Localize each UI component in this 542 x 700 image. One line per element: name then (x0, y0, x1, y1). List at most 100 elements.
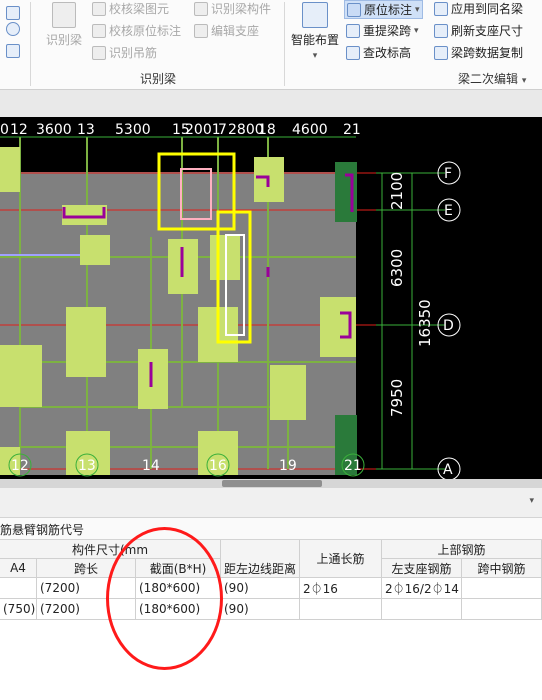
identify-hanger-label: 识别吊筋 (109, 46, 158, 60)
apply-same-name-label: 应用到同名梁 (451, 2, 524, 16)
identify-beam-icon (52, 2, 76, 28)
chevron-down-icon: ▾ (312, 51, 318, 61)
identify-beam-label: 识别梁 (45, 33, 82, 47)
cad-canvas[interactable]: 0 12 3600 13 5300 15 2001 7 2800 18 4600… (0, 117, 542, 479)
tool-rectangle[interactable] (6, 44, 20, 58)
check-origin-annotation-button[interactable]: 校核原位标注 (92, 22, 181, 39)
slab-region (0, 172, 356, 475)
header-a4: A4 (0, 559, 37, 578)
check-annotation-icon (92, 23, 106, 38)
check-beam-element-label: 校核梁图元 (109, 2, 170, 16)
header-top-rebar: 上部钢筋 (382, 540, 542, 559)
top-axis-label: 3600 (36, 122, 72, 138)
top-axis-label: 7 (218, 122, 227, 138)
tab-cantilever-rebar-code[interactable]: 悬臂钢筋代号 (12, 521, 84, 538)
reextract-span-icon (346, 23, 360, 38)
table-cell[interactable]: 2⏀16/2⏀14 (382, 578, 462, 599)
tool-pointer[interactable] (6, 6, 20, 20)
view-tab-bar (0, 90, 542, 118)
top-axis-label: 2001 (185, 122, 221, 138)
panel-header: ▾ (0, 488, 542, 518)
bottom-axis-label: 21 (344, 458, 362, 474)
check-annotation-height-label: 查改标高 (363, 46, 412, 60)
row-axis-label: E (444, 203, 453, 219)
top-axis-labels: 0 12 3600 13 5300 15 2001 7 2800 18 4600… (0, 122, 361, 138)
table-cell[interactable] (300, 599, 382, 620)
annotation-height-icon (346, 45, 360, 60)
refresh-support-size-button[interactable]: 刷新支座尺寸 (434, 22, 523, 39)
edit-support-button[interactable]: 编辑支座 (194, 22, 259, 39)
check-origin-annotation-label: 校核原位标注 (109, 24, 182, 38)
table-cell[interactable]: (90) (221, 578, 300, 599)
span-data-copy-button[interactable]: 梁跨数据复制 (434, 44, 523, 61)
floor-plan-drawing: 0 12 3600 13 5300 15 2001 7 2800 18 4600… (0, 122, 461, 479)
ribbon-toolbar: 识别梁 校核梁图元 校核原位标注 识别吊筋 识别梁构件 编辑支座 识别梁 智能布… (0, 0, 542, 90)
top-axis-label: 5300 (115, 122, 151, 138)
wall-top (335, 162, 357, 222)
table-cell[interactable] (0, 578, 37, 599)
table-cell[interactable] (382, 599, 462, 620)
bottom-axis-label: 16 (209, 458, 227, 474)
red-highlight-ellipse (106, 527, 223, 670)
header-top-through-rebar: 上通长筋 (300, 540, 382, 578)
refresh-icon (434, 23, 448, 38)
table-cell[interactable]: (90) (221, 599, 300, 620)
chevron-down-icon: ▾ (415, 4, 420, 15)
chevron-down-icon: ▾ (521, 76, 527, 86)
identify-hanger-button[interactable]: 识别吊筋 (92, 44, 157, 61)
top-axis-label: 18 (258, 122, 276, 138)
edit-support-label: 编辑支座 (211, 24, 260, 38)
identify-beam-member-label: 识别梁构件 (211, 2, 272, 16)
dim-label: 6300 (388, 249, 406, 287)
origin-annotation-label: 原位标注 (364, 3, 413, 17)
table-cell[interactable]: 2⏀16 (300, 578, 382, 599)
origin-annotation-icon (347, 2, 361, 17)
row-axis-label: A (443, 462, 453, 478)
separator (30, 2, 31, 86)
tool-circle[interactable] (6, 22, 20, 36)
bottom-axis-label: 12 (11, 458, 29, 474)
header-mid-span-rebar: 跨中钢筋 (462, 559, 542, 578)
bottom-axis-label: 14 (142, 458, 160, 474)
smart-layout-button[interactable]: 智能布置 ▾ (290, 2, 340, 62)
reextract-span-button[interactable]: 重提梁跨 ▾ (346, 22, 419, 39)
tab-prefix[interactable]: 筋 (0, 521, 12, 538)
table-cell[interactable] (462, 599, 542, 620)
apply-same-name-button[interactable]: 应用到同名梁 (434, 0, 523, 17)
header-left-edge-distance: 距左边线距离 (221, 559, 300, 578)
bottom-axis-label: 19 (279, 458, 297, 474)
table-cell[interactable] (462, 578, 542, 599)
header-left-support-rebar: 左支座钢筋 (382, 559, 462, 578)
panel-tab-row: 筋 悬臂钢筋代号 (0, 518, 542, 540)
top-axis-label: 12 (10, 122, 28, 138)
check-annotation-height-button[interactable]: 查改标高 (346, 44, 411, 61)
identify-beam-button[interactable]: 识别梁 (44, 2, 84, 62)
bottom-axis-label: 13 (78, 458, 96, 474)
pointer-icon (6, 6, 20, 20)
origin-annotation-button[interactable]: 原位标注 ▾ (344, 0, 423, 19)
top-axis-label: 4600 (292, 122, 328, 138)
table-cell[interactable]: (750) (0, 599, 37, 620)
group-label-identify-beam: 识别梁 (140, 72, 177, 86)
top-axis-label: 13 (77, 122, 95, 138)
horizontal-scrollbar[interactable] (0, 479, 542, 488)
beam-member-icon (194, 1, 208, 16)
apply-icon (434, 1, 448, 16)
refresh-support-size-label: 刷新支座尺寸 (451, 24, 524, 38)
group-label-secondary-edit: 梁二次编辑 ▾ (458, 70, 526, 87)
chevron-down-icon[interactable]: ▾ (529, 496, 534, 506)
right-dimension-labels: 2100 6300 16350 7950 (388, 172, 434, 417)
top-axis-label: 0 (0, 122, 9, 138)
dim-label: 2100 (388, 172, 406, 210)
check-beam-element-button[interactable]: 校核梁图元 (92, 0, 169, 17)
dim-label: 16350 (416, 299, 434, 347)
hanger-icon (92, 45, 106, 60)
smart-layout-icon (302, 2, 328, 28)
separator (284, 2, 285, 86)
scrollbar-thumb[interactable] (222, 480, 322, 487)
identify-beam-member-button[interactable]: 识别梁构件 (194, 0, 271, 17)
group-secondary-edit-label: 梁二次编辑 (458, 72, 519, 86)
row-axis-label: D (443, 318, 454, 334)
dim-label: 7950 (388, 379, 406, 417)
chevron-down-icon: ▾ (414, 25, 419, 36)
